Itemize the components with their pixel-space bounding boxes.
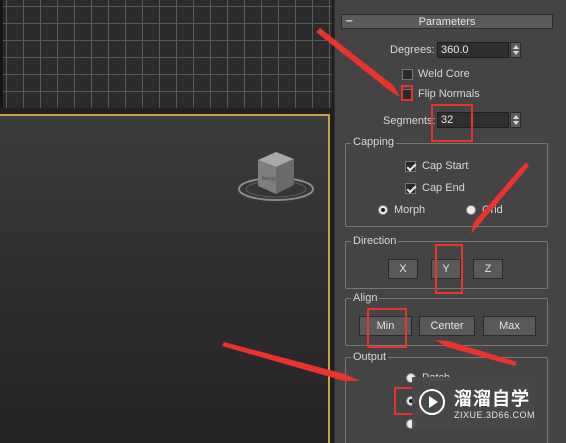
morph-radio[interactable] xyxy=(378,205,388,215)
capping-title: Capping xyxy=(351,136,396,148)
watermark-badge: 溜溜自学 ZIXUE.3D66.COM xyxy=(412,377,535,429)
rollout-title: Parameters xyxy=(418,16,476,28)
spinner-down-icon[interactable] xyxy=(513,121,519,125)
top-viewport-grid[interactable] xyxy=(0,0,332,108)
direction-x-button[interactable]: X xyxy=(388,259,418,279)
grid-label: Grid xyxy=(482,204,503,216)
align-center-button[interactable]: Center xyxy=(419,316,475,336)
flip-normals-label: Flip Normals xyxy=(418,88,480,100)
degrees-spinner[interactable] xyxy=(510,42,521,58)
segments-label: Segments: xyxy=(383,115,436,127)
spinner-up-icon[interactable] xyxy=(513,45,519,49)
spinner-up-icon[interactable] xyxy=(513,115,519,119)
degrees-field[interactable]: 360.0 xyxy=(437,42,509,58)
watermark-url: ZIXUE.3D66.COM xyxy=(454,410,536,420)
weld-core-checkbox[interactable] xyxy=(402,69,413,80)
align-title: Align xyxy=(351,292,380,304)
viewcube-icon[interactable]: BACK xyxy=(236,150,320,210)
degrees-label: Degrees: xyxy=(390,44,435,56)
weld-core-label: Weld Core xyxy=(418,68,470,80)
direction-title: Direction xyxy=(351,235,399,247)
morph-label: Morph xyxy=(394,204,426,216)
cap-start-label: Cap Start xyxy=(422,160,469,172)
direction-z-button[interactable]: Z xyxy=(473,259,503,279)
viewcube-face-label: BACK xyxy=(262,176,277,183)
grid-radio[interactable] xyxy=(466,205,476,215)
viewport-edge xyxy=(0,0,3,108)
segments-spinner[interactable] xyxy=(510,112,521,128)
watermark-title: 溜溜自学 xyxy=(454,389,530,409)
direction-y-highlight xyxy=(435,244,463,294)
output-title: Output xyxy=(351,351,389,363)
align-min-highlight xyxy=(367,308,407,348)
cap-end-label: Cap End xyxy=(422,182,465,194)
segments-highlight xyxy=(431,104,473,142)
play-logo-icon xyxy=(419,389,445,415)
spinner-down-icon[interactable] xyxy=(513,51,519,55)
cap-start-checkbox[interactable] xyxy=(405,161,416,172)
flip-normals-highlight xyxy=(401,85,413,101)
parameters-rollout-header[interactable]: – Parameters xyxy=(341,13,553,29)
align-max-button[interactable]: Max xyxy=(483,316,536,336)
cap-end-checkbox[interactable] xyxy=(405,183,416,194)
